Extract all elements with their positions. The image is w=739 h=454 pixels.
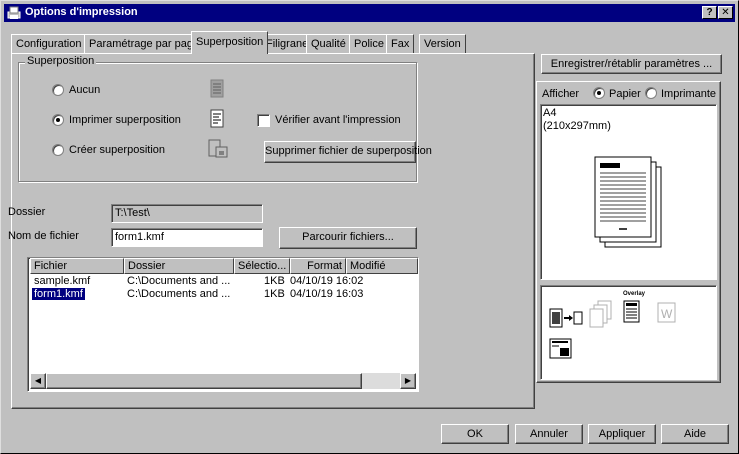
document-to-form-icon [549, 308, 583, 328]
paper-size-label: A4 [543, 107, 557, 119]
form-result-icon [549, 338, 572, 359]
col-header-modified[interactable]: Modifié [346, 258, 418, 274]
save-restore-settings-button[interactable]: Enregistrer/rétablir paramètres ... [541, 54, 722, 74]
tab-quality[interactable]: Qualité [306, 34, 351, 53]
overlay-form-icon [623, 300, 640, 323]
preview-panel: Afficher Papier Imprimante A4 (210x297mm… [536, 81, 721, 383]
watermark-icon: W [657, 302, 676, 323]
row-file: sample.kmf [34, 275, 91, 287]
filename-input[interactable]: form1.kmf [111, 228, 263, 247]
radio-show-paper-label: Papier [609, 88, 641, 100]
paper-preview: A4 (210x297mm) [540, 104, 717, 280]
row-folder: C:\Documents and ... [127, 288, 231, 300]
row-date: 04/10/19 16:02 [290, 275, 364, 287]
col-header-folder[interactable]: Dossier [124, 258, 234, 274]
radio-print-overlay[interactable] [52, 114, 64, 126]
cancel-button[interactable]: Annuler [515, 424, 583, 444]
overlay-tab-panel: Superposition Aucun Imprimer superpositi… [8, 53, 535, 409]
page-stack-icon [589, 300, 612, 328]
no-overlay-icon [210, 79, 224, 98]
table-row-selected[interactable]: form1.kmf C:\Documents and ... 1KB 04/10… [28, 288, 508, 300]
radio-show-paper[interactable] [593, 87, 605, 99]
help-title-button[interactable]: ? [702, 6, 717, 19]
title-bar[interactable]: Options d'impression ? ✕ [4, 4, 735, 22]
paper-dimensions-label: (210x297mm) [543, 120, 611, 132]
create-overlay-icon [208, 139, 228, 158]
ok-button[interactable]: OK [441, 424, 509, 444]
file-list[interactable]: Fichier Dossier Sélectio... Format Modif… [27, 257, 419, 392]
radio-show-printer-label: Imprimante [661, 88, 717, 100]
table-row[interactable]: sample.kmf C:\Documents and ... 1KB 04/1… [28, 275, 508, 287]
col-header-selection[interactable]: Sélectio... [234, 258, 290, 274]
verify-before-print-checkbox[interactable] [257, 114, 270, 127]
window-title: Options d'impression [25, 6, 138, 18]
printer-app-icon [7, 6, 21, 19]
folder-label: Dossier [8, 206, 46, 218]
folder-field: T:\Test\ [111, 204, 263, 223]
print-options-dialog: Options d'impression ? ✕ Configuration P… [0, 0, 739, 454]
tab-font[interactable]: Police [349, 34, 389, 53]
filename-label: Nom de fichier [8, 230, 79, 242]
radio-show-printer[interactable] [645, 87, 657, 99]
tab-page-setup[interactable]: Paramétrage par page [84, 34, 205, 53]
row-folder: C:\Documents and ... [127, 275, 231, 287]
row-size: 1KB [264, 275, 285, 287]
tab-configuration[interactable]: Configuration [11, 34, 87, 53]
radio-print-overlay-label: Imprimer superposition [69, 114, 181, 126]
print-overlay-icon [210, 109, 224, 128]
tab-overlay[interactable]: Superposition [191, 31, 269, 54]
scroll-left-arrow-icon[interactable]: ◀ [30, 373, 46, 389]
row-file: form1.kmf [32, 288, 85, 300]
scrollbar-thumb[interactable] [46, 373, 362, 389]
overlay-group-label: Superposition [25, 55, 97, 67]
apply-button[interactable]: Appliquer [588, 424, 656, 444]
radio-create-overlay[interactable] [52, 144, 64, 156]
close-title-button[interactable]: ✕ [718, 6, 733, 19]
tab-fax[interactable]: Fax [386, 34, 415, 53]
tab-version[interactable]: Version [419, 34, 466, 53]
overlay-icon-label: Overlay [623, 291, 646, 297]
page-stack-preview-icon [594, 156, 662, 248]
browse-files-button[interactable]: Parcourir fichiers... [279, 227, 417, 249]
horizontal-scrollbar[interactable]: ◀ ▶ [30, 373, 416, 389]
scroll-right-arrow-icon[interactable]: ▶ [400, 373, 416, 389]
radio-none-label: Aucun [69, 84, 101, 96]
row-size: 1KB [264, 288, 285, 300]
verify-before-print-label: Vérifier avant l'impression [275, 114, 401, 126]
svg-text:W: W [661, 307, 673, 321]
col-header-file[interactable]: Fichier [30, 258, 124, 274]
col-header-format[interactable]: Format [290, 258, 346, 274]
radio-create-overlay-label: Créer superposition [69, 144, 165, 156]
overlay-preview: Overlay W [540, 285, 717, 380]
show-label: Afficher [542, 88, 580, 100]
help-button[interactable]: Aide [661, 424, 729, 444]
delete-overlay-file-button[interactable]: Supprimer fichier de superposition [264, 141, 432, 163]
overlay-group: Superposition Aucun Imprimer superpositi… [18, 55, 432, 182]
row-date: 04/10/19 16:03 [290, 288, 364, 300]
radio-none[interactable] [52, 84, 64, 96]
